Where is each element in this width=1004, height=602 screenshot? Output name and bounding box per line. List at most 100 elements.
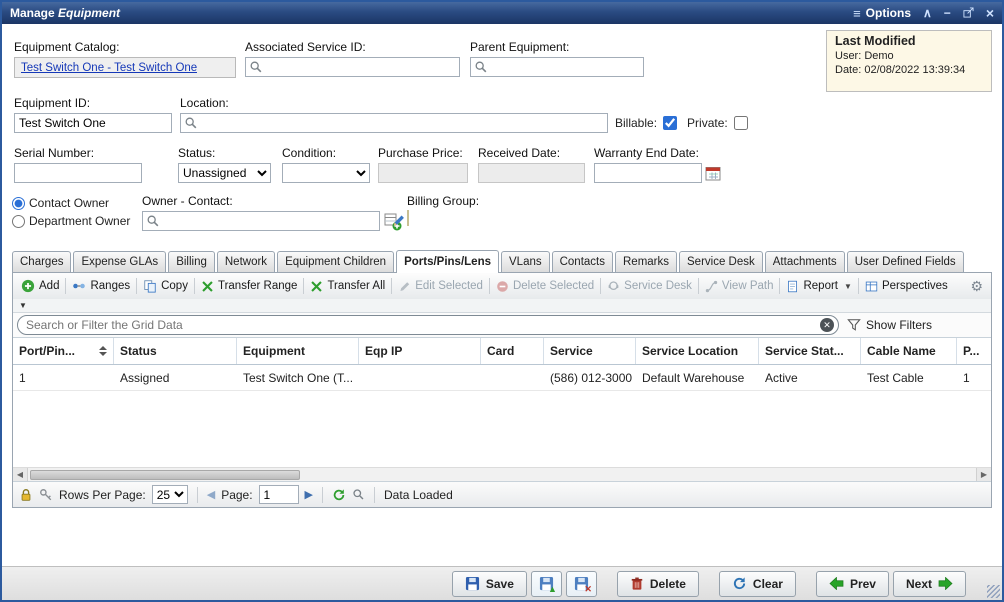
owner-contact-input[interactable] <box>142 211 380 231</box>
scrollbar-thumb[interactable] <box>30 470 300 480</box>
next-button[interactable]: Next <box>893 571 966 597</box>
filter-funnel-icon <box>847 318 861 332</box>
department-owner-radio-row[interactable]: Department Owner <box>12 214 130 228</box>
tab-ports-pins-lens[interactable]: Ports/Pins/Lens <box>396 250 499 273</box>
tab-vlans[interactable]: VLans <box>501 251 550 272</box>
column-header-p[interactable]: P... <box>957 338 991 364</box>
service-desk-icon <box>607 280 620 293</box>
gear-icon[interactable]: ⚙ <box>970 278 987 295</box>
key-icon[interactable] <box>39 488 53 502</box>
column-header-status[interactable]: Status <box>114 338 237 364</box>
page-label: Page: <box>221 488 252 502</box>
column-header-equipment[interactable]: Equipment <box>237 338 359 364</box>
column-header-service[interactable]: Service <box>544 338 636 364</box>
received-date-label: Received Date: <box>478 146 585 160</box>
transfer-range-button[interactable]: Transfer Range <box>197 280 301 293</box>
popout-button[interactable] <box>963 7 974 20</box>
edit-selected-button[interactable]: Edit Selected <box>394 280 487 293</box>
report-button[interactable]: Report▼ <box>782 280 855 293</box>
service-desk-button[interactable]: Service Desk <box>603 280 696 293</box>
transfer-all-button[interactable]: Transfer All <box>306 280 389 293</box>
ranges-button[interactable]: Ranges <box>68 279 134 293</box>
cell-service-location: Default Warehouse <box>636 365 759 390</box>
billable-checkbox[interactable] <box>663 116 677 130</box>
contact-owner-radio-row[interactable]: Contact Owner <box>12 196 130 210</box>
clear-search-icon[interactable]: ✕ <box>820 318 834 332</box>
add-button[interactable]: Add <box>17 279 63 293</box>
resize-grip[interactable] <box>987 585 1000 598</box>
tab-expense-glas[interactable]: Expense GLAs <box>73 251 166 272</box>
parent-equipment-input[interactable] <box>470 57 644 77</box>
tab-remarks[interactable]: Remarks <box>615 251 677 272</box>
status-select[interactable]: Unassigned <box>178 163 271 183</box>
column-header-port-pin[interactable]: Port/Pin... <box>13 338 114 364</box>
associated-service-id-input[interactable] <box>245 57 460 77</box>
table-row[interactable]: 1 Assigned Test Switch One (T... (586) 0… <box>13 365 991 391</box>
view-path-button[interactable]: View Path <box>701 280 778 293</box>
ranges-icon <box>72 279 86 293</box>
equipment-form: Equipment Catalog: Test Switch One - Tes… <box>2 24 1002 250</box>
department-owner-radio[interactable] <box>12 215 25 228</box>
refresh-icon[interactable] <box>332 488 346 502</box>
billable-label: Billable: <box>615 116 657 130</box>
red-x-overlay-icon: ✕ <box>584 585 592 594</box>
scroll-right-button[interactable]: ▶ <box>976 468 991 482</box>
horizontal-scrollbar[interactable]: ◀ ▶ <box>13 467 991 481</box>
scrollbar-track[interactable] <box>28 468 976 482</box>
location-input[interactable] <box>180 113 608 133</box>
clear-button[interactable]: Clear <box>719 571 796 597</box>
billing-group-box <box>407 210 409 226</box>
contact-owner-radio[interactable] <box>12 197 25 210</box>
edit-pencil-icon[interactable] <box>391 213 406 228</box>
ports-pins-lens-panel: Add Ranges Copy Transfer Range Transfer … <box>12 272 992 508</box>
toolbar-overflow-button[interactable]: ▼ <box>19 301 27 310</box>
grid-search-icon[interactable] <box>352 488 365 501</box>
column-header-card[interactable]: Card <box>481 338 544 364</box>
prev-page-button[interactable]: ◀ <box>207 488 215 501</box>
save-alt1-button[interactable]: ▲ <box>531 571 562 597</box>
tab-charges[interactable]: Charges <box>12 251 71 272</box>
column-header-service-status[interactable]: Service Stat... <box>759 338 861 364</box>
delete-button[interactable]: Delete <box>617 571 699 597</box>
save-alt2-button[interactable]: ✕ <box>566 571 597 597</box>
private-label: Private: <box>687 116 728 130</box>
prev-button[interactable]: Prev <box>816 571 889 597</box>
private-checkbox[interactable] <box>734 116 748 130</box>
scroll-left-button[interactable]: ◀ <box>13 468 28 482</box>
calendar-icon[interactable] <box>705 165 721 181</box>
equipment-id-input[interactable] <box>14 113 172 133</box>
lock-icon[interactable] <box>19 488 33 502</box>
warranty-end-date-input[interactable] <box>594 163 702 183</box>
column-header-service-location[interactable]: Service Location <box>636 338 759 364</box>
column-header-cable-name[interactable]: Cable Name <box>861 338 957 364</box>
manage-equipment-window: Manage Equipment ≡Options ∧ − × Equipmen… <box>0 0 1004 602</box>
tab-service-desk[interactable]: Service Desk <box>679 251 763 272</box>
close-button[interactable]: × <box>986 6 994 20</box>
condition-select[interactable] <box>282 163 370 183</box>
save-button[interactable]: Save <box>452 571 527 597</box>
tab-user-defined-fields[interactable]: User Defined Fields <box>847 251 964 272</box>
copy-button[interactable]: Copy <box>139 279 192 293</box>
delete-selected-button[interactable]: Delete Selected <box>492 280 598 293</box>
perspectives-button[interactable]: Perspectives <box>861 280 952 293</box>
perspectives-icon <box>865 280 878 293</box>
options-button[interactable]: ≡Options <box>853 6 911 21</box>
collapse-button[interactable]: ∧ <box>923 7 932 19</box>
grid-search-input[interactable] <box>17 315 839 335</box>
tab-network[interactable]: Network <box>217 251 275 272</box>
add-icon <box>21 279 35 293</box>
next-page-button[interactable]: ▶ <box>305 488 313 501</box>
tab-contacts[interactable]: Contacts <box>552 251 613 272</box>
tab-billing[interactable]: Billing <box>168 251 215 272</box>
minimize-button[interactable]: − <box>944 7 951 19</box>
tab-equipment-children[interactable]: Equipment Children <box>277 251 394 272</box>
tab-attachments[interactable]: Attachments <box>765 251 845 272</box>
serial-number-input[interactable] <box>14 163 142 183</box>
rows-per-page-select[interactable]: 25 <box>152 485 188 504</box>
page-input[interactable] <box>259 485 299 504</box>
pager-status: Data Loaded <box>384 488 453 502</box>
equipment-catalog-link[interactable]: Test Switch One - Test Switch One <box>21 62 197 74</box>
column-header-eqp-ip[interactable]: Eqp IP <box>359 338 481 364</box>
show-filters-button[interactable]: Show Filters <box>847 318 932 332</box>
last-modified-user: User: Demo <box>835 50 983 62</box>
